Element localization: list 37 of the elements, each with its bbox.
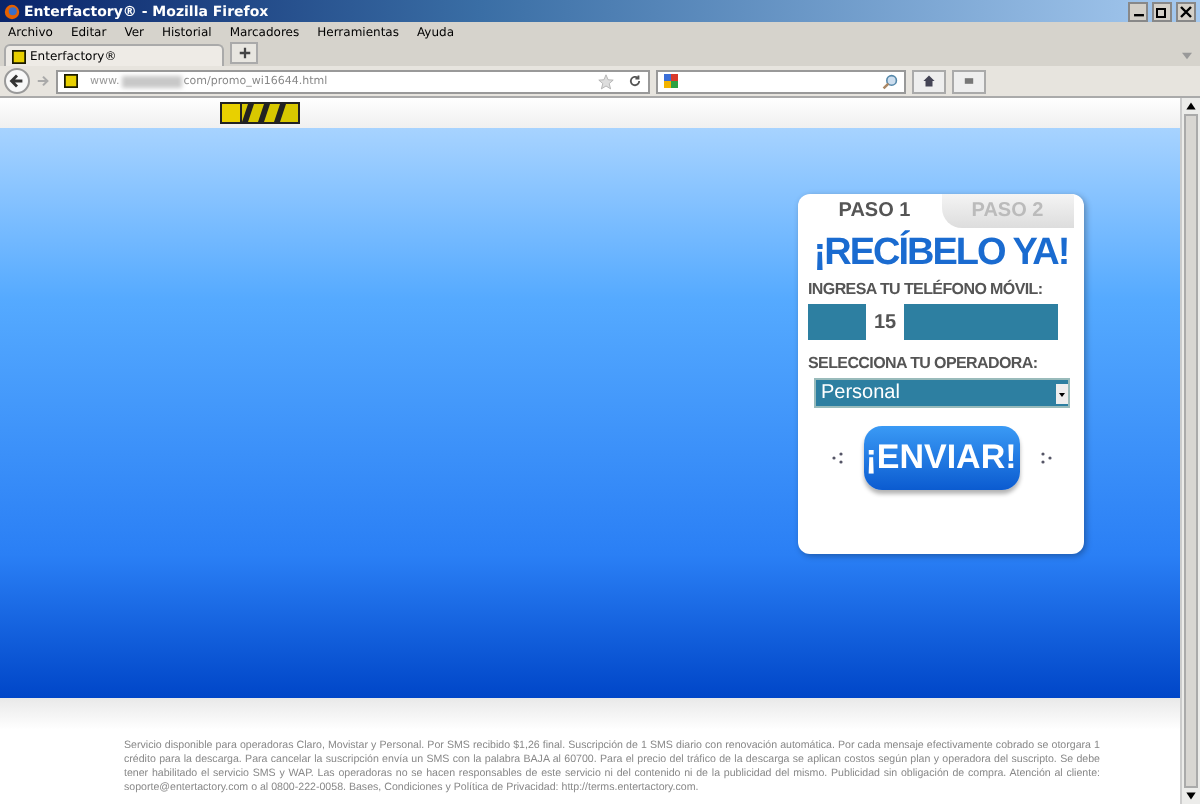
new-tab-button[interactable] xyxy=(230,42,258,64)
home-icon xyxy=(922,74,936,88)
extensions-button[interactable] xyxy=(952,69,986,93)
minimize-button[interactable] xyxy=(1128,1,1148,21)
operator-label: SELECCIONA TU OPERADORA: xyxy=(808,354,1038,372)
area-code-field[interactable] xyxy=(808,304,866,340)
firefox-icon xyxy=(4,3,20,19)
step-tab[interactable]: PASO 1 xyxy=(808,194,941,228)
star-icon[interactable] xyxy=(598,73,614,89)
sparkle-icon xyxy=(1039,452,1051,464)
redacted-block xyxy=(121,75,182,87)
sparkle-icon xyxy=(831,452,843,464)
back-arrow-icon xyxy=(8,72,26,90)
scroll-down-icon[interactable] xyxy=(1184,788,1198,804)
back-button[interactable] xyxy=(4,68,30,94)
reload-icon[interactable] xyxy=(628,74,642,88)
search-engine-icon[interactable] xyxy=(664,74,678,88)
phone-number-field[interactable] xyxy=(904,304,1059,340)
restore-icon xyxy=(1154,3,1170,19)
plus-icon xyxy=(237,46,251,60)
site-icon xyxy=(12,49,26,63)
home-button[interactable] xyxy=(912,69,946,93)
search-field[interactable] xyxy=(656,69,906,93)
operator-dropdown[interactable]: Personal xyxy=(813,378,1069,408)
scroll-up-icon[interactable] xyxy=(1184,98,1198,114)
phone-label: INGRESA TU TELÉFONO MÓVIL: xyxy=(808,280,1043,298)
headline: ¡RECÍBELO YA! xyxy=(813,232,1069,276)
site-icon xyxy=(64,74,78,88)
minimize-icon xyxy=(1133,14,1143,18)
phone-prefix: 15 xyxy=(874,311,897,333)
close-button[interactable] xyxy=(1176,1,1196,21)
restore-button[interactable] xyxy=(1152,1,1172,21)
logo-icon xyxy=(220,102,300,124)
close-icon xyxy=(1178,3,1194,19)
send-button[interactable]: ¡ENVIAR! xyxy=(863,426,1019,490)
scrollbar[interactable] xyxy=(1180,98,1200,804)
search-icon[interactable] xyxy=(882,73,898,89)
